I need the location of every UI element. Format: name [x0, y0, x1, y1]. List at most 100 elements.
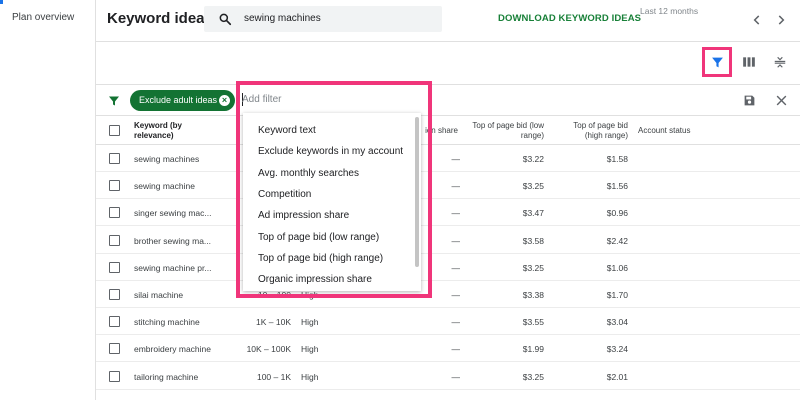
dropdown-item[interactable]: Exclude keywords in my account — [258, 146, 403, 157]
dropdown-item[interactable]: Top of page bid (high range) — [258, 253, 383, 264]
chip-label: Exclude adult ideas — [139, 95, 218, 105]
dropdown-item[interactable]: Avg. monthly searches — [258, 168, 359, 179]
dropdown-item[interactable]: Ad impression share — [258, 210, 349, 221]
keyword-cell: stitching machine — [134, 317, 200, 328]
header-bid-high[interactable]: Top of page bid (high range) — [556, 121, 628, 141]
table-row[interactable]: stitching machine 1K – 10K High — $3.55 $3.04 — [96, 308, 800, 336]
search-value: sewing machines — [244, 13, 321, 24]
select-all-checkbox[interactable] — [109, 125, 120, 136]
left-sidebar: Plan overview — [0, 0, 96, 400]
table-header: Keyword (by relevance) ion share Top of … — [96, 117, 800, 145]
bid-high-cell: $0.96 — [606, 208, 628, 219]
dropdown-item[interactable]: Organic impression share — [258, 274, 372, 285]
impression-share-cell: — — [451, 317, 461, 328]
keyword-cell: embroidery machine — [134, 344, 212, 355]
row-checkbox[interactable] — [109, 370, 120, 382]
page-title: Keyword ideas — [107, 10, 213, 27]
keyword-cell: sewing machine — [134, 181, 195, 192]
bid-low-cell: $3.25 — [522, 262, 544, 273]
competition-cell: High — [301, 317, 319, 328]
bid-low-cell: $3.25 — [522, 371, 544, 382]
bid-high-cell: $1.06 — [606, 262, 628, 273]
row-checkbox[interactable] — [109, 207, 120, 219]
dropdown-item[interactable]: Competition — [258, 189, 311, 200]
dropdown-item[interactable]: Top of page bid (low range) — [258, 232, 379, 243]
table-row[interactable]: singer sewing mac... — $3.47 $0.96 — [96, 199, 800, 227]
expand-icon[interactable] — [773, 54, 787, 70]
row-checkbox[interactable] — [109, 343, 120, 355]
bid-low-cell: $3.58 — [522, 235, 544, 246]
keyword-cell: sewing machine pr... — [134, 262, 212, 273]
filter-icon — [712, 57, 723, 68]
impression-share-cell: — — [451, 235, 461, 246]
bid-low-cell: $3.38 — [522, 290, 544, 300]
chevron-left-icon[interactable] — [750, 13, 764, 27]
date-range-selector[interactable]: Last 12 months — [640, 6, 698, 16]
table-row[interactable]: embroidery machine 10K – 100K High — $1.99 $3… — [96, 335, 800, 363]
keyword-cell: silai machine — [134, 290, 184, 300]
sidebar-accent — [0, 0, 3, 4]
bid-high-cell: $1.56 — [606, 181, 628, 192]
competition-cell: High — [301, 344, 319, 355]
bid-low-cell: $3.55 — [522, 317, 544, 328]
header-ad-impression-share[interactable]: ion share — [416, 126, 458, 136]
bid-high-cell: $3.04 — [606, 317, 628, 328]
impression-share-cell: — — [451, 371, 461, 382]
add-filter-dropdown: Keyword text Exclude keywords in my accou… — [243, 113, 421, 291]
chevron-right-icon[interactable] — [774, 13, 788, 27]
header-keyword[interactable]: Keyword (by relevance) — [134, 121, 214, 141]
bid-high-cell: $3.24 — [606, 344, 628, 355]
close-icon[interactable] — [775, 94, 788, 107]
impression-share-cell: — — [451, 344, 461, 355]
keyword-cell: sewing machines — [134, 154, 200, 164]
bid-high-cell: $1.70 — [606, 290, 628, 300]
bid-low-cell: $3.25 — [522, 181, 544, 192]
bid-low-cell: $1.99 — [522, 344, 544, 355]
table-row[interactable]: sewing machine — $3.25 $1.56 — [96, 172, 800, 200]
avg-monthly-searches-cell: 100 – 1K — [256, 371, 291, 382]
table-row[interactable]: sewing machine pr... — $3.25 $1.06 — [96, 254, 800, 281]
row-checkbox[interactable] — [109, 261, 120, 273]
bid-low-cell: $3.22 — [522, 154, 544, 164]
filter-bar: Exclude adult ideas × Add filter — [96, 84, 800, 116]
impression-share-cell: — — [451, 262, 461, 273]
save-icon[interactable] — [743, 94, 756, 107]
search-icon — [219, 13, 232, 26]
bid-high-cell: $2.42 — [606, 235, 628, 246]
header-bid-low[interactable]: Top of page bid (low range) — [458, 121, 544, 141]
impression-share-cell: — — [451, 208, 461, 219]
row-checkbox[interactable] — [109, 316, 120, 328]
table-row[interactable]: brother sewing ma... — $3.58 $2.42 — [96, 227, 800, 254]
keyword-search-input[interactable]: sewing machines — [204, 6, 442, 32]
table-row[interactable]: sewing machines — $3.22 $1.58 — [96, 145, 800, 172]
impression-share-cell: — — [451, 290, 461, 300]
header-account-status[interactable]: Account status — [638, 126, 690, 136]
exclude-adult-ideas-chip[interactable]: Exclude adult ideas × — [130, 90, 235, 111]
competition-cell: High — [301, 371, 319, 382]
row-checkbox[interactable] — [109, 153, 120, 164]
competition-cell: High — [301, 290, 319, 300]
filter-toggle-button[interactable] — [702, 47, 732, 77]
table-row[interactable]: silai machine 10 – 100 High — $3.38 $1.70 — [96, 281, 800, 308]
keyword-cell: tailoring machine — [134, 371, 199, 382]
table-row[interactable]: tailoring machine 100 – 1K High — $3.25 $2.01 — [96, 363, 800, 390]
columns-icon[interactable] — [742, 55, 756, 69]
impression-share-cell: — — [451, 154, 461, 164]
row-checkbox[interactable] — [109, 234, 120, 246]
add-filter-input[interactable]: Add filter — [242, 94, 281, 105]
keyword-cell: singer sewing mac... — [134, 208, 212, 219]
bid-high-cell: $2.01 — [606, 371, 628, 382]
filter-icon — [109, 96, 119, 106]
avg-monthly-searches-cell: 1K – 10K — [256, 317, 291, 328]
sidebar-item-plan-overview[interactable]: Plan overview — [12, 12, 74, 23]
close-icon[interactable]: × — [219, 95, 230, 106]
dropdown-scrollbar[interactable] — [415, 117, 419, 267]
row-checkbox[interactable] — [109, 289, 120, 300]
dropdown-item[interactable]: Keyword text — [258, 125, 316, 136]
keyword-cell: brother sewing ma... — [134, 235, 212, 246]
download-keyword-ideas-button[interactable]: DOWNLOAD KEYWORD IDEAS — [498, 13, 641, 24]
bid-high-cell: $1.58 — [606, 154, 628, 164]
row-checkbox[interactable] — [109, 180, 120, 192]
avg-monthly-searches-cell: 10 – 100 — [257, 290, 291, 300]
impression-share-cell: — — [451, 181, 461, 192]
